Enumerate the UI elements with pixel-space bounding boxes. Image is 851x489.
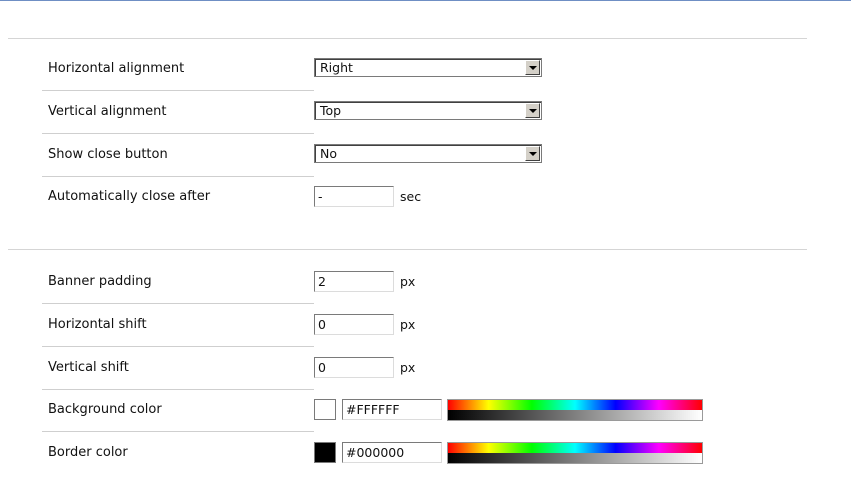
section-divider xyxy=(8,38,807,39)
background-color-label: Background color xyxy=(48,402,162,417)
vertical-alignment-value: Top xyxy=(320,103,342,118)
horizontal-shift-input[interactable]: 0 xyxy=(314,314,394,335)
horizontal-alignment-label: Horizontal alignment xyxy=(48,61,185,76)
show-close-button-row: Show close button No xyxy=(0,134,851,177)
show-close-button-value: No xyxy=(320,146,337,161)
auto-close-label: Automatically close after xyxy=(48,189,211,204)
banner-padding-input[interactable]: 2 xyxy=(314,271,394,292)
border-color-palette[interactable] xyxy=(447,442,703,464)
background-color-row: Background color #FFFFFF xyxy=(0,389,851,432)
banner-padding-unit: px xyxy=(400,274,416,289)
horizontal-alignment-select[interactable]: Right xyxy=(314,58,542,77)
border-color-row: Border color #000000 xyxy=(0,432,851,474)
auto-close-row: Automatically close after - sec xyxy=(0,176,851,218)
vertical-shift-label: Vertical shift xyxy=(48,360,129,375)
chevron-down-icon[interactable] xyxy=(525,103,540,118)
horizontal-shift-unit: px xyxy=(400,317,416,332)
auto-close-unit: sec xyxy=(400,189,422,204)
top-divider xyxy=(0,0,851,1)
horizontal-alignment-row: Horizontal alignment Right xyxy=(0,48,851,91)
show-close-button-label: Show close button xyxy=(48,147,168,162)
banner-padding-label: Banner padding xyxy=(48,274,152,289)
border-color-input[interactable]: #000000 xyxy=(342,442,442,463)
background-color-palette[interactable] xyxy=(447,399,703,421)
horizontal-shift-label: Horizontal shift xyxy=(48,317,147,332)
vertical-alignment-row: Vertical alignment Top xyxy=(0,91,851,134)
banner-padding-row: Banner padding 2 px xyxy=(0,261,851,304)
section-divider xyxy=(8,249,807,250)
vertical-shift-unit: px xyxy=(400,360,416,375)
vertical-alignment-select[interactable]: Top xyxy=(314,101,542,120)
grayscale-spectrum[interactable] xyxy=(448,410,702,420)
border-color-label: Border color xyxy=(48,445,128,460)
vertical-shift-input[interactable]: 0 xyxy=(314,357,394,378)
vertical-shift-row: Vertical shift 0 px xyxy=(0,347,851,390)
border-color-swatch[interactable] xyxy=(314,442,336,463)
vertical-alignment-label: Vertical alignment xyxy=(48,104,167,119)
hue-spectrum[interactable] xyxy=(448,443,702,453)
horizontal-alignment-value: Right xyxy=(320,60,353,75)
horizontal-shift-row: Horizontal shift 0 px xyxy=(0,304,851,347)
background-color-swatch[interactable] xyxy=(314,399,336,420)
chevron-down-icon[interactable] xyxy=(525,146,540,161)
grayscale-spectrum[interactable] xyxy=(448,453,702,463)
background-color-input[interactable]: #FFFFFF xyxy=(342,399,442,420)
show-close-button-select[interactable]: No xyxy=(314,144,542,163)
auto-close-input[interactable]: - xyxy=(314,186,394,207)
hue-spectrum[interactable] xyxy=(448,400,702,410)
chevron-down-icon[interactable] xyxy=(525,60,540,75)
